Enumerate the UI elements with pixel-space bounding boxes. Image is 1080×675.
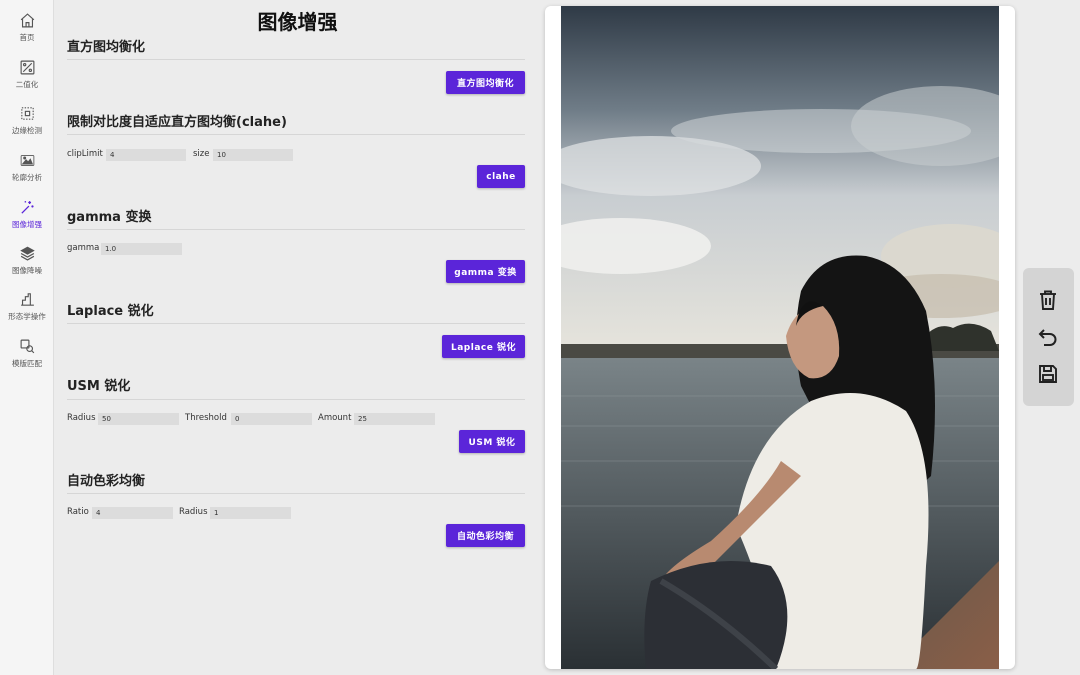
ace-radius-label: Radius	[179, 507, 208, 517]
save-button[interactable]	[1036, 362, 1060, 386]
divider	[67, 229, 525, 230]
sidebar-item-label: 二值化	[15, 80, 39, 89]
sidebar-item-label: 首页	[19, 33, 35, 42]
sidebar-item-label: 模版匹配	[12, 359, 42, 368]
section-title-usm: USM 锐化	[67, 379, 131, 394]
section-title-hist-eq: 直方图均衡化	[67, 40, 146, 55]
morphology-icon	[20, 293, 34, 306]
trash-icon	[1040, 290, 1056, 310]
magic-wand-icon	[20, 201, 34, 214]
section-title-clahe: 限制对比度自适应直方图均衡(clahe)	[67, 115, 287, 130]
gamma-button[interactable]: gamma 变换	[446, 260, 525, 283]
ace-button[interactable]: 自动色彩均衡	[446, 524, 525, 547]
usm-threshold-input[interactable]	[231, 413, 312, 425]
cliplimit-label: clipLimit	[67, 149, 103, 159]
page-title: 图像增强	[257, 10, 338, 34]
sidebar-item-enhance[interactable]: 图像增强	[0, 199, 54, 239]
section-title-gamma: gamma 变换	[67, 210, 152, 225]
section-title-ace: 自动色彩均衡	[67, 474, 146, 489]
divider	[67, 59, 525, 60]
image-preview-card	[545, 6, 1015, 669]
ace-radius-input[interactable]	[210, 507, 291, 519]
layers-icon	[19, 246, 35, 261]
binarize-icon	[20, 60, 34, 75]
sidebar-item-binarize[interactable]: 二值化	[0, 59, 54, 99]
usm-radius-label: Radius	[67, 413, 96, 423]
sidebar-item-label: 边缘检测	[12, 126, 42, 135]
usm-radius-input[interactable]	[98, 413, 179, 425]
divider	[67, 493, 525, 494]
size-label: size	[193, 149, 210, 159]
save-icon	[1039, 365, 1057, 383]
sidebar-item-template-match[interactable]: 模版匹配	[0, 338, 54, 378]
sidebar-item-contour[interactable]: 轮廓分析	[0, 152, 54, 192]
gamma-input[interactable]	[101, 243, 182, 255]
section-title-laplace: Laplace 锐化	[67, 304, 154, 319]
sidebar-item-label: 图像增强	[12, 220, 42, 229]
delete-button[interactable]	[1036, 288, 1060, 312]
usm-threshold-label: Threshold	[185, 413, 227, 423]
edge-detect-icon	[20, 107, 34, 120]
size-input[interactable]	[213, 149, 293, 161]
usm-amount-input[interactable]	[354, 413, 435, 425]
sidebar-item-denoise[interactable]: 图像降噪	[0, 245, 54, 285]
usm-button[interactable]: USM 锐化	[459, 430, 525, 453]
undo-icon	[1038, 329, 1057, 346]
sidebar: 首页 二值化 边缘检测 轮廓分析 图像增强 图像降噪 形态学操作 模版匹配	[0, 0, 54, 675]
preview-image	[561, 6, 999, 669]
ace-ratio-label: Ratio	[67, 507, 89, 517]
divider	[67, 399, 525, 400]
sidebar-item-edge-detect[interactable]: 边缘检测	[0, 105, 54, 145]
sidebar-item-label: 轮廓分析	[12, 173, 42, 182]
usm-amount-label: Amount	[318, 413, 352, 423]
sidebar-item-home[interactable]: 首页	[0, 12, 54, 52]
home-icon	[20, 13, 34, 28]
gamma-label: gamma	[67, 243, 100, 253]
enhance-panel: 图像增强 直方图均衡化 直方图均衡化 限制对比度自适应直方图均衡(clahe) …	[55, 0, 540, 675]
laplace-button[interactable]: Laplace 锐化	[442, 335, 525, 358]
ace-ratio-input[interactable]	[92, 507, 173, 519]
divider	[67, 134, 525, 135]
clahe-button[interactable]: clahe	[477, 165, 525, 188]
hist-eq-button[interactable]: 直方图均衡化	[446, 71, 525, 94]
image-toolbar	[1023, 268, 1074, 406]
cliplimit-input[interactable]	[106, 149, 186, 161]
contour-icon	[20, 155, 34, 166]
sidebar-item-label: 图像降噪	[12, 266, 42, 275]
template-match-icon	[20, 339, 34, 354]
undo-button[interactable]	[1036, 325, 1060, 349]
sidebar-item-morphology[interactable]: 形态学操作	[0, 291, 54, 331]
preview-photo	[561, 6, 999, 669]
sidebar-item-label: 形态学操作	[8, 312, 46, 321]
divider	[67, 323, 525, 324]
